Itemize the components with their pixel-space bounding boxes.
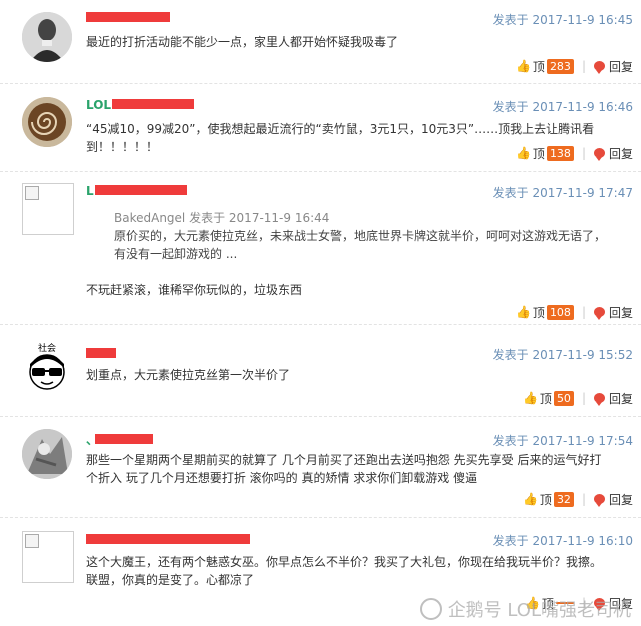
broken-image-icon: [25, 534, 39, 548]
like-button[interactable]: 顶: [533, 145, 545, 162]
post-actions: 👍 顶 50 | 回复: [523, 389, 633, 407]
thumbs-up-icon[interactable]: 👍: [516, 305, 531, 319]
avatar-image: [22, 429, 72, 479]
thumbs-up-icon[interactable]: 👍: [516, 146, 531, 160]
reply-icon[interactable]: [593, 148, 605, 161]
post-content: 最近的打折活动能不能少一点，家里人都开始怀疑我吸毒了: [86, 35, 399, 49]
divider: |: [581, 492, 586, 506]
like-count: 32: [553, 491, 574, 507]
watermark: 企鹅号 LOL嘴强老司机: [419, 596, 631, 622]
like-count: 138: [546, 145, 574, 161]
post-date: 发表于 2017-11-9 16:46: [492, 100, 633, 114]
comment-post: 、 发表于 2017-11-9 17:54 那些一个星期两个星期前买的就算了 几…: [0, 417, 641, 518]
post-date: 发表于 2017-11-9 17:54: [492, 434, 633, 448]
quote-date: 发表于 2017-11-9 16:44: [189, 211, 330, 225]
post-actions: 👍 顶 32 | 回复: [523, 490, 633, 508]
divider: |: [581, 305, 586, 319]
thumbs-up-icon[interactable]: 👍: [523, 391, 538, 405]
divider: |: [581, 391, 586, 405]
post-content: 划重点，大元素使拉克丝第一次半价了: [86, 368, 291, 382]
comment-post: 发表于 2017-11-9 16:45 最近的打折活动能不能少一点，家里人都开始…: [0, 0, 641, 84]
post-actions: 👍 顶 108 | 回复: [516, 303, 633, 321]
coffee-avatar-image: [22, 97, 72, 147]
post-content: 那些一个星期两个星期前买的就算了 几个月前买了还跑出去送吗抱怨 先买先享受 后来…: [86, 453, 602, 485]
username-redacted: [86, 534, 250, 544]
post-content: 这个大魔王，还有两个魅惑女巫。你早点怎么不半价？我买了大礼包，你现在给我玩半价？…: [86, 555, 603, 587]
watermark-text: 企鹅号 LOL嘴强老司机: [447, 600, 631, 621]
reply-icon[interactable]: [593, 494, 605, 507]
quote-header: BakedAngel 发表于 2017-11-9 16:44: [114, 209, 611, 227]
username[interactable]: LOL: [86, 98, 111, 112]
post-date: 发表于 2017-11-9 15:52: [492, 348, 633, 362]
user-avatar[interactable]: 社会: [22, 342, 72, 392]
avatar-text: 社会: [38, 342, 56, 354]
user-avatar[interactable]: [22, 12, 72, 62]
post-date: 发表于 2017-11-9 17:47: [492, 186, 633, 200]
post-actions: 👍 顶 138 | 回复: [516, 144, 633, 162]
sunglasses-avatar-image: 社会: [22, 342, 72, 392]
avatar-image: [22, 12, 72, 62]
post-date: 发表于 2017-11-9 16:45: [492, 13, 633, 27]
quoted-reply: BakedAngel 发表于 2017-11-9 16:44 原价买的，大元素使…: [114, 209, 611, 263]
reply-button[interactable]: 回复: [609, 304, 633, 321]
like-button[interactable]: 顶: [533, 304, 545, 321]
reply-icon[interactable]: [593, 61, 605, 74]
like-button[interactable]: 顶: [540, 390, 552, 407]
comment-post: L 发表于 2017-11-9 17:47 BakedAngel 发表于 201…: [0, 172, 641, 325]
reply-button[interactable]: 回复: [609, 491, 633, 508]
comment-post: LOL 发表于 2017-11-9 16:46 “45减10，99减20”，使我…: [0, 84, 641, 172]
divider: |: [581, 146, 586, 160]
thumbs-up-icon[interactable]: 👍: [523, 492, 538, 506]
post-date: 发表于 2017-11-9 16:10: [492, 534, 633, 548]
penguin-icon: [419, 598, 442, 620]
quote-text: 原价买的，大元素使拉克丝，未来战士女警，地底世界卡牌这就半价，呵呵对这游戏无语了…: [114, 229, 607, 261]
divider: |: [581, 59, 586, 73]
reply-icon[interactable]: [593, 307, 605, 320]
username-redacted: [95, 434, 153, 444]
like-count: 283: [546, 58, 574, 74]
like-button[interactable]: 顶: [540, 491, 552, 508]
quote-author[interactable]: BakedAngel: [114, 211, 185, 225]
comment-post: 社会 发表于 2017-11-9 15:52 划重点，大元素使拉克丝第一次半价了…: [0, 325, 641, 417]
reply-button[interactable]: 回复: [609, 58, 633, 75]
thumbs-up-icon[interactable]: 👍: [516, 59, 531, 73]
reply-button[interactable]: 回复: [609, 145, 633, 162]
user-avatar-placeholder[interactable]: [22, 531, 74, 583]
username-redacted: [86, 348, 116, 358]
like-count: 108: [546, 304, 574, 320]
username[interactable]: L: [86, 184, 94, 198]
user-avatar[interactable]: [22, 97, 72, 147]
post-content: 不玩赶紧滚，谁稀罕你玩似的，垃圾东西: [86, 283, 303, 297]
user-avatar[interactable]: [22, 429, 72, 479]
reply-button[interactable]: 回复: [609, 390, 633, 407]
post-actions: 👍 顶 283 | 回复: [516, 57, 633, 75]
user-avatar-placeholder[interactable]: [22, 183, 74, 235]
username-redacted: [95, 185, 187, 195]
broken-image-icon: [25, 186, 39, 200]
username-redacted: [86, 12, 170, 22]
like-button[interactable]: 顶: [533, 58, 545, 75]
reply-icon[interactable]: [593, 393, 605, 406]
username-redacted: [112, 99, 194, 109]
like-count: 50: [553, 390, 574, 406]
